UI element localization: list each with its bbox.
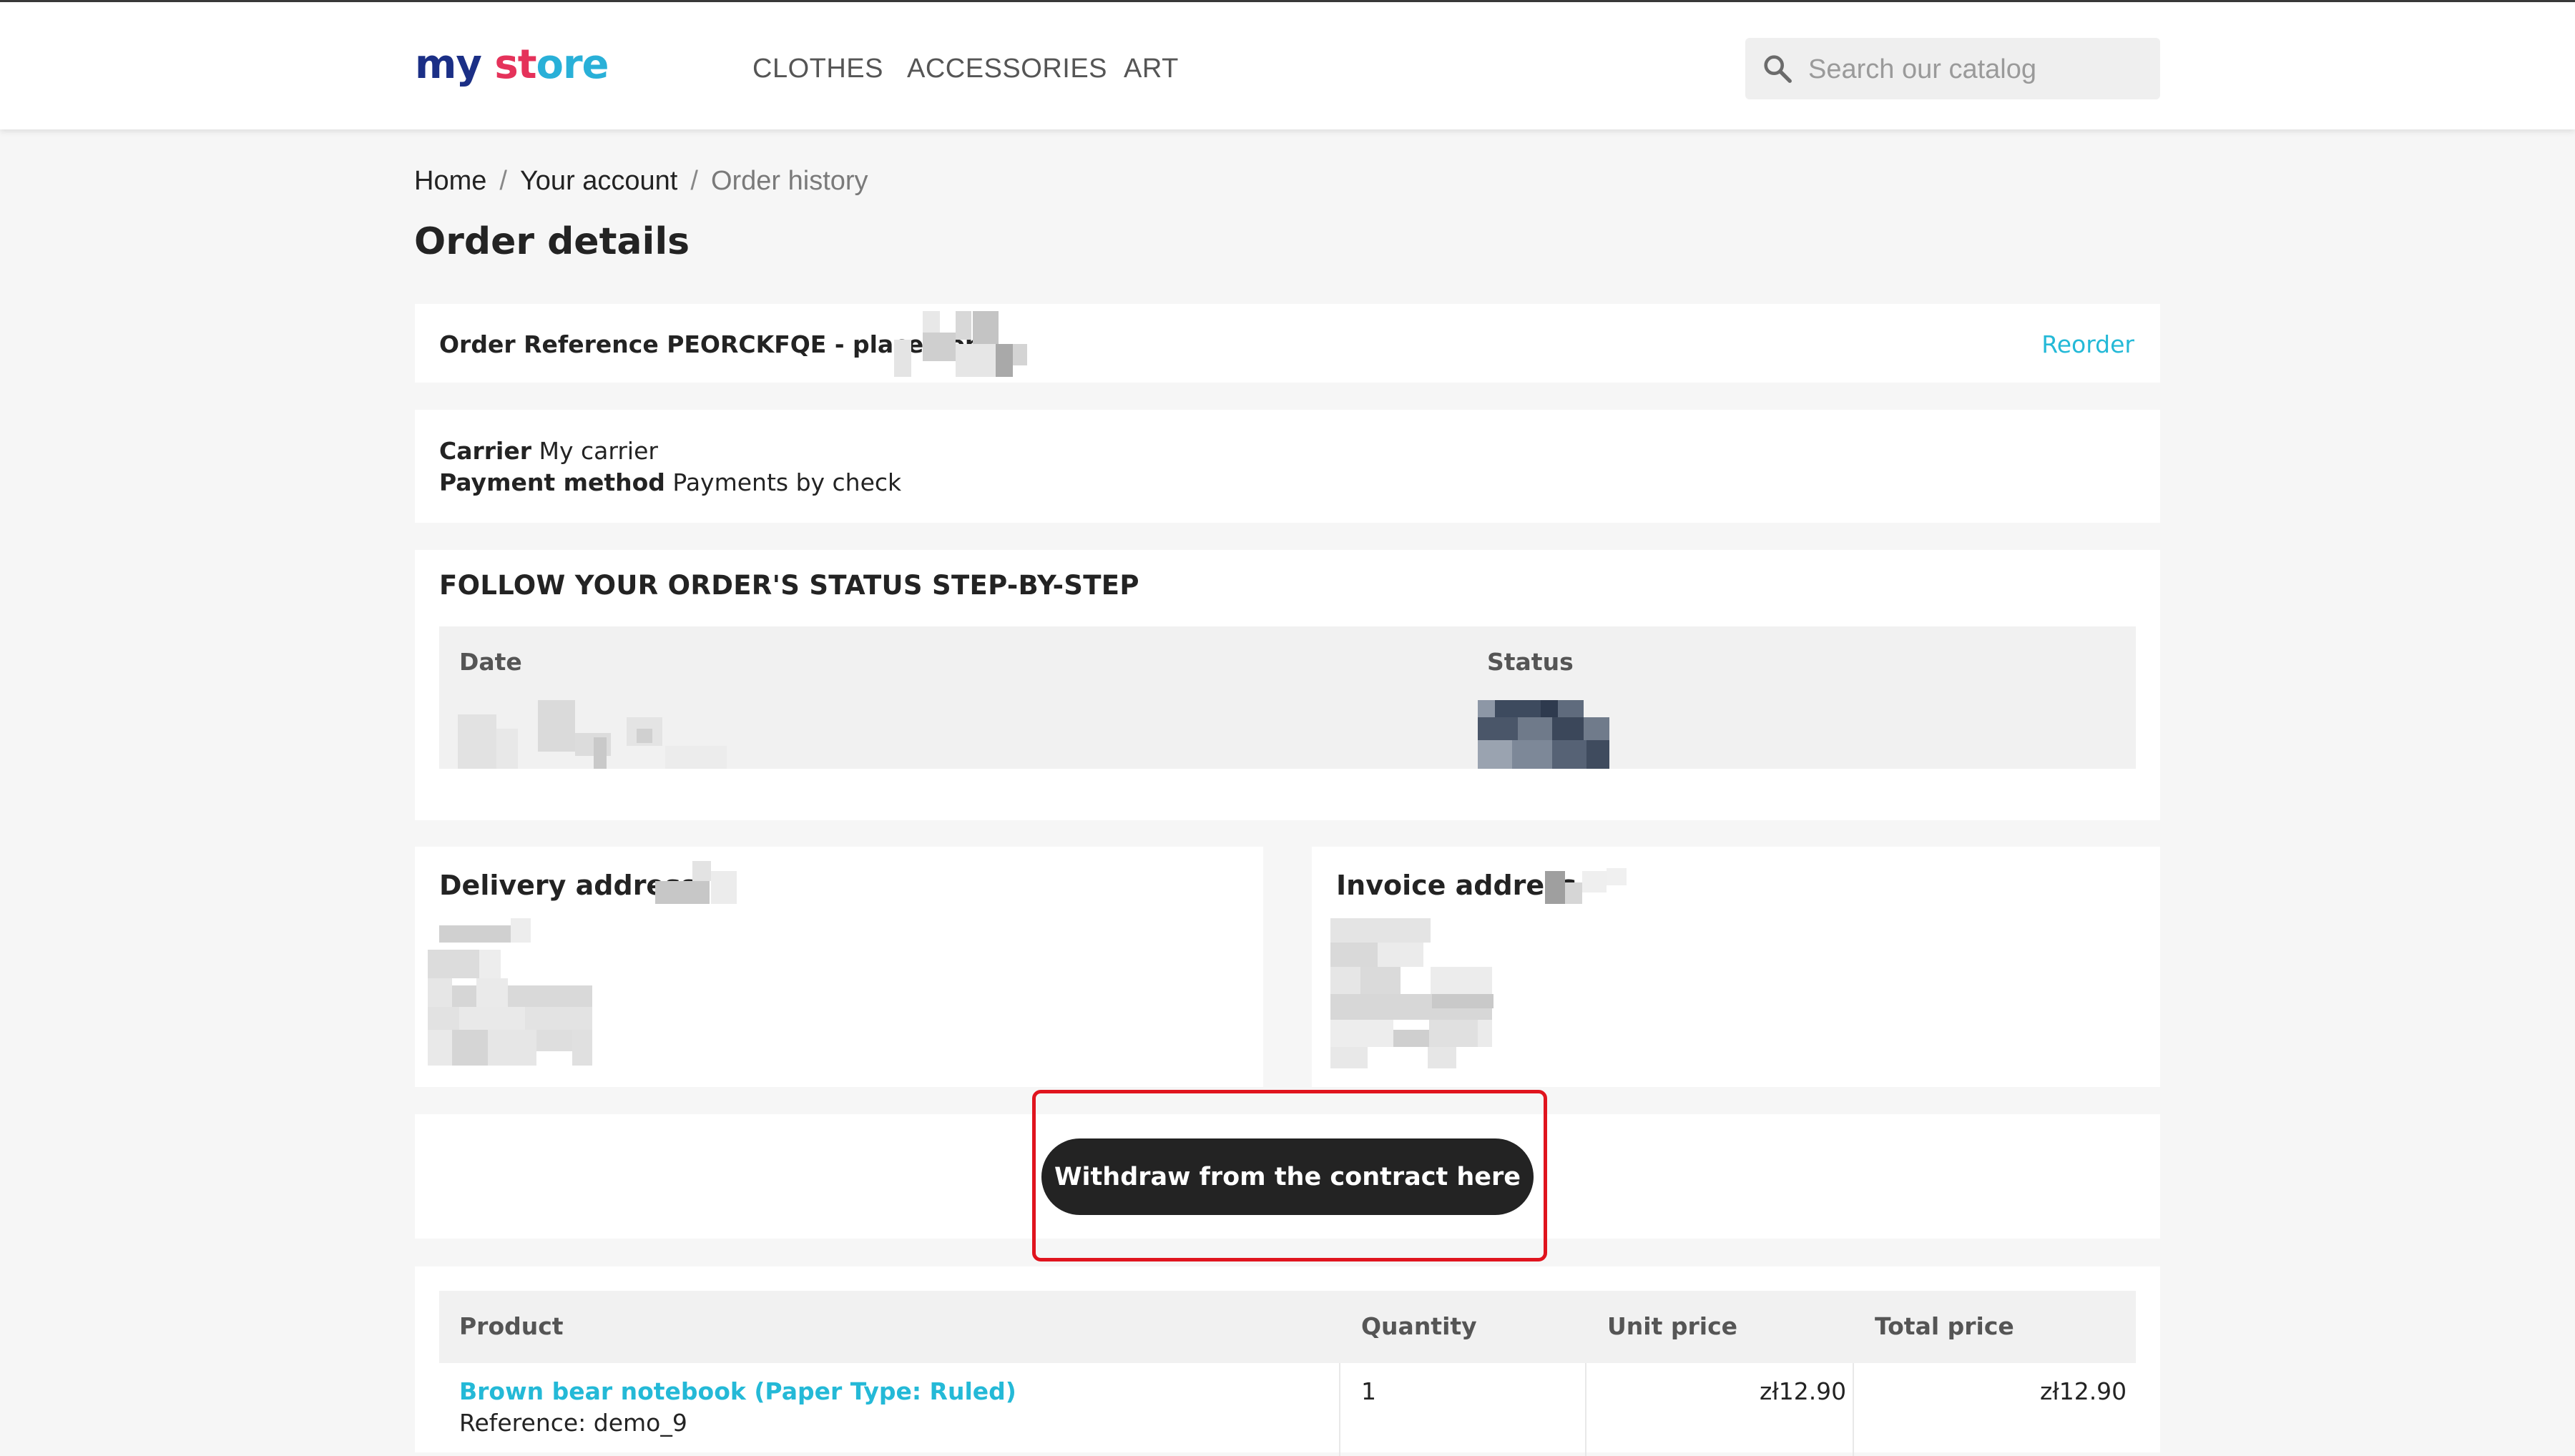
redacted-delivery-address bbox=[428, 918, 592, 1066]
column-divider bbox=[1339, 1363, 1340, 1456]
column-status: Status bbox=[1487, 648, 1574, 676]
column-unit-price: Unit price bbox=[1607, 1312, 1738, 1340]
order-status-card: FOLLOW YOUR ORDER'S STATUS STEP-BY-STEP … bbox=[415, 550, 2160, 820]
redacted-status-badge bbox=[1478, 700, 1609, 769]
column-divider bbox=[1853, 1363, 1854, 1456]
status-table-header: Date Status bbox=[439, 626, 2136, 699]
delivery-address-card: Delivery address bbox=[415, 847, 1263, 1087]
column-quantity: Quantity bbox=[1361, 1312, 1477, 1340]
search-box bbox=[1745, 38, 2160, 101]
products-card: Product Quantity Unit price Total price … bbox=[415, 1266, 2160, 1456]
products-table-header: Product Quantity Unit price Total price bbox=[439, 1291, 2136, 1363]
column-total-price: Total price bbox=[1875, 1312, 2014, 1340]
redacted-date bbox=[894, 311, 1027, 377]
search-icon[interactable] bbox=[1761, 52, 1794, 85]
nav-clothes[interactable]: CLOTHES bbox=[752, 54, 883, 84]
product-quantity: 1 bbox=[1361, 1377, 1376, 1405]
redacted-status-date bbox=[458, 700, 727, 769]
invoice-address-card: Invoice address bbox=[1312, 847, 2160, 1087]
product-unit-price: zł12.90 bbox=[1760, 1377, 1847, 1405]
column-product: Product bbox=[459, 1312, 564, 1340]
payment-line: Payment method Payments by check bbox=[439, 468, 901, 496]
carrier-line: Carrier My carrier bbox=[439, 437, 658, 465]
reorder-link[interactable]: Reorder bbox=[2041, 330, 2134, 358]
breadcrumb-separator: / bbox=[499, 166, 507, 196]
breadcrumb-your-account[interactable]: Your account bbox=[520, 166, 677, 197]
table-row: Brown bear notebook (Paper Type: Ruled) … bbox=[439, 1363, 2136, 1456]
order-reference-card: Order Reference PEORCKFQE - placed on Re… bbox=[415, 304, 2160, 383]
product-total-price: zł12.90 bbox=[2040, 1377, 2127, 1405]
column-divider bbox=[1585, 1363, 1586, 1456]
column-date: Date bbox=[459, 648, 522, 676]
payment-label: Payment method bbox=[439, 468, 665, 496]
breadcrumb: Home / Your account / Order history bbox=[414, 166, 868, 197]
invoice-address-title: Invoice address bbox=[1336, 870, 1577, 901]
redacted-delivery-alias bbox=[655, 861, 737, 904]
breadcrumb-current: Order history bbox=[710, 166, 868, 196]
carrier-payment-card: Carrier My carrier Payment method Paymen… bbox=[415, 410, 2160, 523]
redacted-invoice-alias bbox=[1545, 868, 1627, 904]
site-header: my store CLOTHES ACCESSORIES ART bbox=[0, 2, 2575, 129]
status-row bbox=[439, 699, 2136, 769]
search-input[interactable] bbox=[1807, 38, 2153, 101]
highlight-box bbox=[1032, 1090, 1547, 1261]
page-title: Order details bbox=[414, 220, 690, 263]
redacted-invoice-address bbox=[1330, 918, 1494, 1068]
product-reference: Reference: demo_9 bbox=[459, 1409, 687, 1437]
breadcrumb-home[interactable]: Home bbox=[414, 166, 486, 197]
carrier-label: Carrier bbox=[439, 437, 532, 465]
breadcrumb-separator: / bbox=[690, 166, 698, 196]
nav-art[interactable]: ART bbox=[1124, 54, 1179, 84]
payment-value: Payments by check bbox=[672, 468, 902, 496]
product-name-link[interactable]: Brown bear notebook (Paper Type: Ruled) bbox=[459, 1377, 1016, 1405]
store-logo[interactable]: my store bbox=[415, 41, 609, 88]
status-section-title: FOLLOW YOUR ORDER'S STATUS STEP-BY-STEP bbox=[439, 570, 1139, 601]
nav-accessories[interactable]: ACCESSORIES bbox=[907, 54, 1107, 84]
carrier-value: My carrier bbox=[539, 437, 658, 465]
